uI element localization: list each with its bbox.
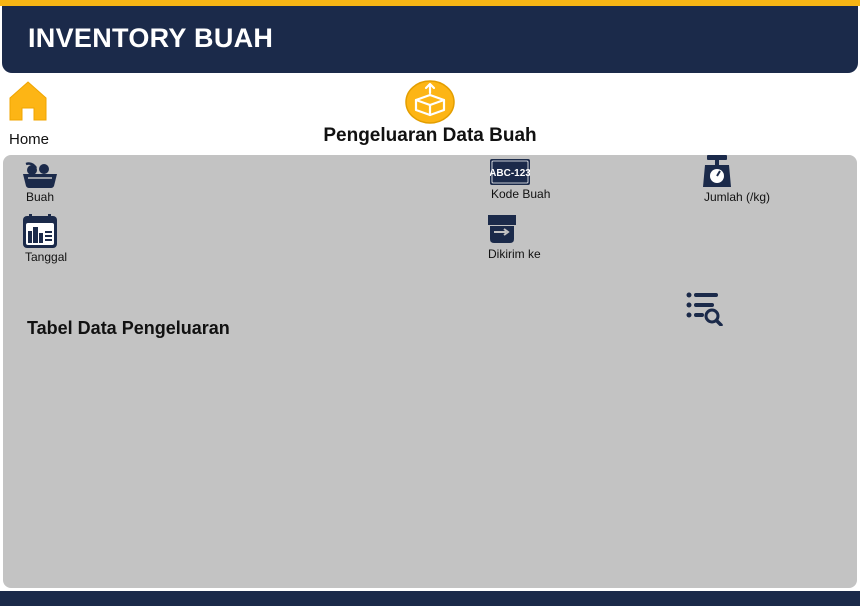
footer-bar — [0, 591, 860, 606]
field-tanggal[interactable]: Tanggal — [23, 214, 83, 264]
code-plate-icon: ABC-123 — [490, 159, 530, 185]
field-kode-buah[interactable]: ABC-123 Kode Buah — [490, 159, 570, 203]
field-jumlah-label: Jumlah (/kg) — [704, 190, 771, 204]
field-buah-label: Buah — [26, 190, 55, 204]
page-title: Pengeluaran Data Buah — [323, 125, 537, 146]
home-icon — [9, 81, 47, 121]
field-dikirim-ke-label: Dikirim ke — [488, 247, 541, 261]
field-kode-buah-label: Kode Buah — [491, 187, 551, 201]
code-plate-text: ABC-123 — [490, 168, 530, 179]
table-title: Tabel Data Pengeluaran — [27, 318, 230, 338]
open-box-icon — [405, 80, 455, 124]
fruit-basket-icon — [23, 162, 57, 188]
field-buah[interactable]: Buah — [22, 160, 82, 206]
app-title: INVENTORY BUAH — [28, 23, 274, 53]
calendar-icon — [23, 214, 57, 248]
field-tanggal-label: Tanggal — [25, 250, 68, 264]
delivery-icon — [488, 215, 516, 243]
form-panel — [3, 155, 857, 588]
field-dikirim-ke[interactable]: Dikirim ke — [486, 213, 556, 263]
app-header: INVENTORY BUAH — [2, 6, 858, 73]
list-search-icon[interactable] — [686, 292, 724, 326]
scale-icon — [703, 155, 731, 187]
field-jumlah[interactable]: Jumlah (/kg) — [700, 155, 790, 207]
